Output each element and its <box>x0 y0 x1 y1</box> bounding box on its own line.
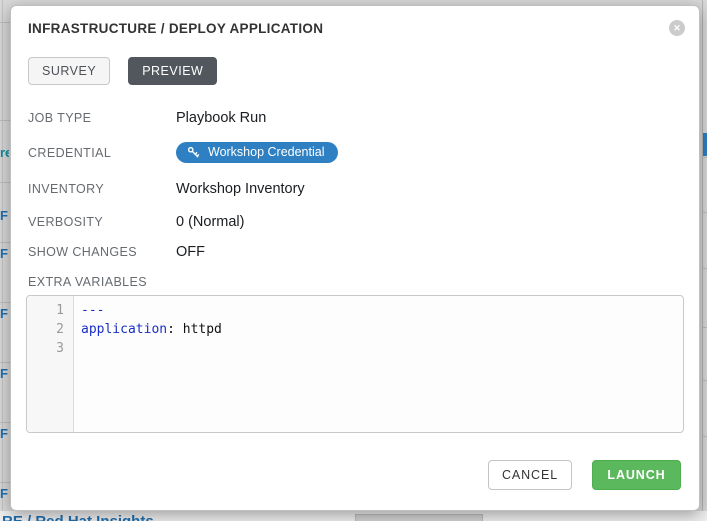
background-row-line <box>0 242 10 243</box>
background-link-fragment: F <box>0 246 9 261</box>
code-line-1: --- <box>81 301 683 320</box>
background-row-line <box>703 327 707 328</box>
job-type-value: Playbook Run <box>176 110 266 126</box>
deploy-application-modal: INFRASTRUCTURE / DEPLOY APPLICATION ✕ SU… <box>10 5 700 511</box>
extra-variables-label: EXTRA VARIABLES <box>28 275 147 289</box>
show-changes-value: OFF <box>176 244 205 260</box>
background-badge-fragment <box>355 514 483 521</box>
background-link-fragment: F <box>0 486 9 501</box>
extra-variables-editor[interactable]: 1 2 3 --- application: httpd <box>26 295 684 433</box>
show-changes-label: SHOW CHANGES <box>28 244 176 259</box>
line-number: 1 <box>27 301 64 320</box>
field-row-show-changes: SHOW CHANGES OFF <box>28 244 205 260</box>
launch-button[interactable]: LAUNCH <box>592 460 681 490</box>
close-glyph: ✕ <box>673 24 681 33</box>
background-blue-button-edge <box>703 133 707 156</box>
modal-tabs: SURVEY PREVIEW <box>28 57 217 85</box>
background-row-line <box>0 22 10 23</box>
verbosity-label: VERBOSITY <box>28 214 176 229</box>
line-number: 3 <box>27 339 64 358</box>
screen: re F F F F F F RE / Red Hat Insights INF… <box>0 0 707 521</box>
background-row-line <box>0 422 10 423</box>
key-icon <box>187 146 200 159</box>
background-row-line <box>0 182 10 183</box>
background-link-fragment: F <box>0 208 9 223</box>
background-row-line <box>703 157 707 158</box>
editor-line-number-gutter: 1 2 3 <box>27 296 74 432</box>
credential-badge[interactable]: Workshop Credential <box>176 142 338 163</box>
tab-preview[interactable]: PREVIEW <box>128 57 217 85</box>
verbosity-value: 0 (Normal) <box>176 214 244 230</box>
background-divider <box>702 0 703 521</box>
credential-badge-label: Workshop Credential <box>208 145 325 159</box>
code-line-2: application: httpd <box>81 320 683 339</box>
background-row-line <box>0 120 10 121</box>
modal-title: INFRASTRUCTURE / DEPLOY APPLICATION <box>28 21 323 36</box>
background-row-line <box>703 380 707 381</box>
background-link-fragment: F <box>0 306 9 321</box>
editor-code-area[interactable]: --- application: httpd <box>74 296 683 432</box>
tab-survey[interactable]: SURVEY <box>28 57 110 85</box>
background-link-fragment: F <box>0 426 9 441</box>
background-row-line <box>0 482 10 483</box>
background-row-line <box>703 268 707 269</box>
modal-footer: CANCEL LAUNCH <box>488 460 681 490</box>
field-row-credential: CREDENTIAL Workshop Credenti <box>28 145 338 163</box>
background-row-line <box>0 362 10 363</box>
background-link-fragment: F <box>0 366 9 381</box>
code-line-3 <box>81 339 683 358</box>
credential-label: CREDENTIAL <box>28 145 176 160</box>
background-row-line <box>703 212 707 213</box>
field-row-job-type: JOB TYPE Playbook Run <box>28 110 266 126</box>
close-icon[interactable]: ✕ <box>669 20 685 36</box>
line-number: 2 <box>27 320 64 339</box>
job-type-label: JOB TYPE <box>28 110 176 125</box>
inventory-value: Workshop Inventory <box>176 181 305 197</box>
field-row-verbosity: VERBOSITY 0 (Normal) <box>28 214 244 230</box>
inventory-label: INVENTORY <box>28 181 176 196</box>
background-bottom-row: RE / Red Hat Insights <box>0 511 707 521</box>
cancel-button[interactable]: CANCEL <box>488 460 572 490</box>
background-link-fragment: RE / Red Hat Insights <box>2 513 154 521</box>
field-row-inventory: INVENTORY Workshop Inventory <box>28 181 305 197</box>
background-row-line <box>0 302 10 303</box>
background-row-line <box>703 436 707 437</box>
background-link-fragment: re <box>0 145 9 160</box>
